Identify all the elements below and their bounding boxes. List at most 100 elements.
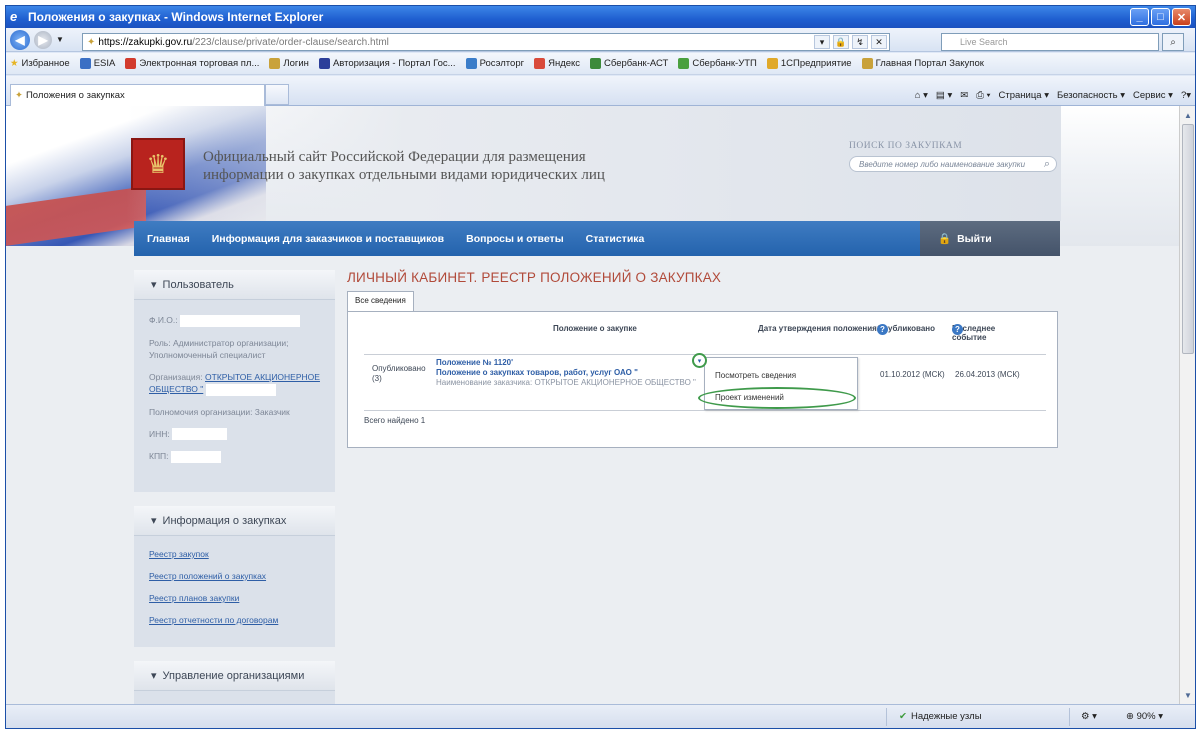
row-status: Опубликовано (3) <box>372 364 426 383</box>
scroll-thumb[interactable] <box>1182 124 1194 354</box>
maximize-button[interactable]: □ <box>1151 8 1170 26</box>
inn-label: ИНН: <box>149 428 170 439</box>
tools-menu[interactable]: Сервис ▾ <box>1133 90 1173 101</box>
fav-item[interactable]: ESIA <box>79 58 115 69</box>
live-search-placeholder: Live Search <box>960 37 1008 47</box>
vertical-scrollbar[interactable]: ▲ ▼ <box>1179 106 1195 704</box>
site-favicon-icon: ✦ <box>87 36 96 48</box>
menu-view-details[interactable]: Посмотреть сведения <box>715 371 796 380</box>
page-menu[interactable]: Страница ▾ <box>999 90 1049 101</box>
fav-item[interactable]: Сбербанк-УТП <box>678 58 757 69</box>
fav-item[interactable]: Авторизация - Портал Гос... <box>318 58 456 69</box>
user-panel-header[interactable]: ▾ Пользователь <box>134 270 335 300</box>
checkmark-icon: ✔ <box>899 711 907 722</box>
history-dropdown-icon[interactable]: ▼ <box>56 35 64 44</box>
nav-home[interactable]: Главная <box>147 233 190 245</box>
status-bar: ✔ Надежные узлы ⚙ ▾ ⊕ 90% ▾ <box>6 704 1195 728</box>
nav-info[interactable]: Информация для заказчиков и поставщиков <box>212 233 444 245</box>
main-area: ЛИЧНЫЙ КАБИНЕТ. РЕЕСТР ПОЛОЖЕНИЙ О ЗАКУП… <box>347 270 1058 448</box>
site-title: Официальный сайт Российской Федерации дл… <box>203 149 605 183</box>
redacted-field <box>172 428 228 441</box>
star-icon: ★ <box>10 58 19 69</box>
forward-button[interactable]: ▶ <box>34 30 52 49</box>
highlight-ellipse <box>698 387 856 409</box>
fav-item[interactable]: 1СПредприятие <box>766 58 852 69</box>
site-favicon-icon: ✦ <box>15 90 23 101</box>
logout-button[interactable]: 🔒 Выйти <box>920 221 1060 256</box>
regulation-title[interactable]: Положение о закупках товаров, работ, усл… <box>436 368 638 377</box>
search-icon[interactable]: ⌕ <box>1044 158 1050 171</box>
lock-icon[interactable]: 🔒 <box>833 35 849 49</box>
help-menu[interactable]: ?▾ <box>1181 90 1191 101</box>
minimize-button[interactable]: _ <box>1130 8 1149 26</box>
fav-item[interactable]: Росэлторг <box>465 58 524 69</box>
tab-bar: ✦ Положения о закупках ⌂ ▾ ▤ ▾ ✉ ⎙ ▾ Стр… <box>6 76 1195 106</box>
home-icon[interactable]: ⌂ ▾ <box>915 90 928 101</box>
actions-dropdown-icon[interactable]: ▾ <box>692 353 707 368</box>
site-search-input[interactable]: Введите номер либо наименование закупки … <box>849 156 1057 172</box>
address-bar[interactable]: ✦ https://zakupki.gov.ru/223/clause/priv… <box>82 33 890 51</box>
main-nav: Главная Информация для заказчиков и пост… <box>134 221 1060 256</box>
security-zone[interactable]: ✔ Надежные узлы <box>899 711 982 722</box>
favicon-icon <box>766 58 778 69</box>
stop-icon[interactable]: ✕ <box>871 35 887 49</box>
favicon-icon <box>590 58 602 69</box>
row-regulation: Положение № 1120' Положение о закупках т… <box>436 358 696 388</box>
link-regulations[interactable]: Реестр положений о закупках <box>149 571 266 581</box>
site-header: ♛ Официальный сайт Российской Федерации … <box>6 106 1181 256</box>
page-title: ЛИЧНЫЙ КАБИНЕТ. РЕЕСТР ПОЛОЖЕНИЙ О ЗАКУП… <box>347 270 722 285</box>
protected-mode-icon[interactable]: ⚙ ▾ <box>1081 711 1097 722</box>
kpp-label: КПП: <box>149 451 169 462</box>
fav-item[interactable]: Главная Портал Закупок <box>861 58 984 69</box>
link-purchases[interactable]: Реестр закупок <box>149 549 209 559</box>
search-icon[interactable]: ⌕ <box>1162 33 1184 51</box>
regulation-link[interactable]: Положение № 1120' <box>436 358 513 367</box>
divider <box>364 410 1046 411</box>
zoom-control[interactable]: ⊕ 90% ▾ <box>1126 711 1163 722</box>
scroll-down-icon[interactable]: ▼ <box>1181 688 1195 702</box>
fav-item[interactable]: Электронная торговая пл... <box>125 58 259 69</box>
favicon-icon <box>465 58 477 69</box>
favicon-icon <box>79 58 91 69</box>
scroll-up-icon[interactable]: ▲ <box>1181 108 1195 122</box>
nav-faq[interactable]: Вопросы и ответы <box>466 233 564 245</box>
tab-current[interactable]: ✦ Положения о закупках <box>10 84 265 106</box>
window-title: Положения о закупках - Windows Internet … <box>28 10 324 24</box>
address-dropdown-icon[interactable]: ▾ <box>814 35 830 49</box>
link-reports[interactable]: Реестр отчетности по договорам <box>149 615 278 625</box>
help-icon[interactable]: ? <box>877 324 888 335</box>
redacted-field <box>205 383 276 396</box>
fav-item[interactable]: Логин <box>269 58 309 69</box>
fav-item[interactable]: Яндекс <box>534 58 580 69</box>
info-panel-header[interactable]: ▾ Информация о закупках <box>134 506 335 536</box>
address-host: https://zakupki.gov.ru <box>98 36 193 48</box>
feeds-icon[interactable]: ▤ ▾ <box>936 90 952 101</box>
close-button[interactable]: ✕ <box>1172 8 1191 26</box>
favicon-icon <box>125 58 137 69</box>
link-plans[interactable]: Реестр планов закупки <box>149 593 239 603</box>
org-label: Организация: <box>149 371 203 382</box>
mail-icon[interactable]: ✉ <box>960 90 968 101</box>
compat-icon[interactable]: ↯ <box>852 35 868 49</box>
live-search-input[interactable]: Live Search ⌕ <box>941 33 1184 51</box>
favorites-button[interactable]: ★ Избранное <box>10 58 70 69</box>
page-content: ♛ Официальный сайт Российской Федерации … <box>6 106 1181 704</box>
results-table: Положение о закупке Дата утверждения пол… <box>347 311 1058 448</box>
favicon-icon <box>534 58 546 69</box>
favicon-icon <box>269 58 281 69</box>
tab-all[interactable]: Все сведения <box>347 291 414 311</box>
org-panel-header[interactable]: ▾ Управление организациями <box>134 661 335 691</box>
fav-item[interactable]: Сбербанк-АСТ <box>590 58 668 69</box>
print-icon[interactable]: ⎙ ▾ <box>976 90 990 101</box>
back-button[interactable]: ◀ <box>10 29 30 50</box>
help-icon[interactable]: ? <box>952 324 963 335</box>
nav-stats[interactable]: Статистика <box>586 233 645 245</box>
safety-menu[interactable]: Безопасность ▾ <box>1057 90 1125 101</box>
search-label: ПОИСК ПО ЗАКУПКАМ <box>849 141 963 151</box>
ie-icon: e <box>10 9 18 24</box>
favorites-bar: ★ Избранное ESIA Электронная торговая пл.… <box>6 53 1195 75</box>
found-count: Всего найдено 1 <box>364 416 426 425</box>
powers-text: Полномочия организации: Заказчик <box>149 406 290 417</box>
new-tab-button[interactable] <box>265 84 289 105</box>
chevron-icon: ▾ <box>151 515 157 527</box>
